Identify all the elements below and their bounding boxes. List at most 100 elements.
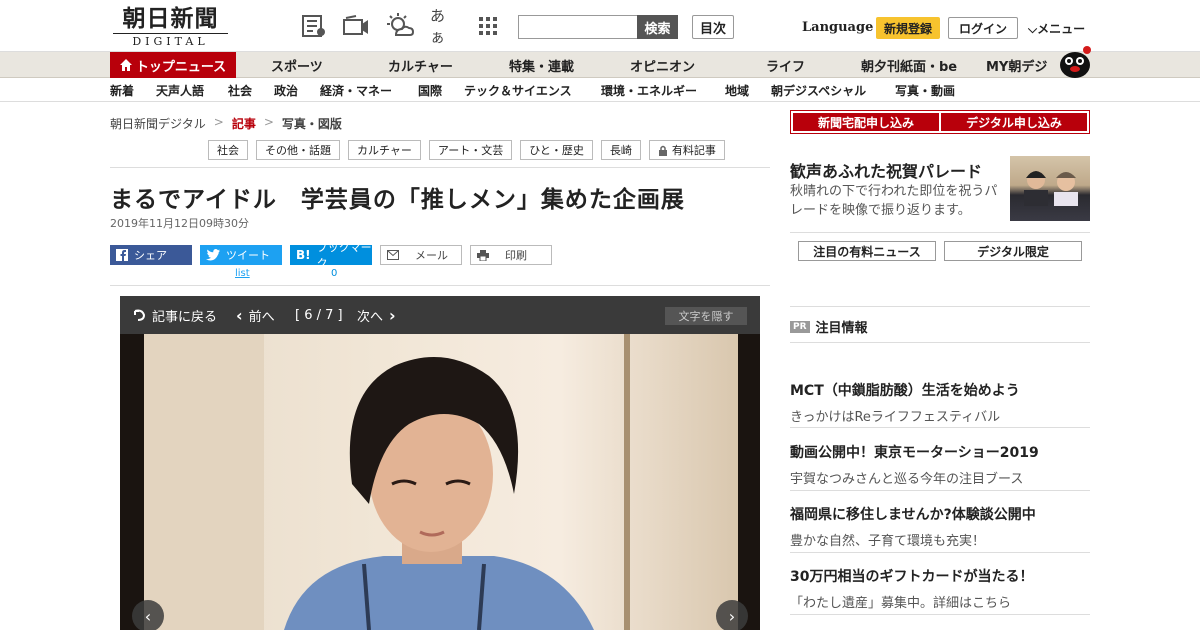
chevron-down-icon: ⌵ <box>1028 22 1038 36</box>
prev-label: 前へ <box>248 309 275 325</box>
subnav-world[interactable]: 国際 <box>418 78 442 102</box>
prev-photo-button[interactable]: ‹ 前へ <box>236 306 275 325</box>
subnav-special[interactable]: 朝デジスペシャル <box>771 78 866 102</box>
next-label: 次へ <box>357 309 384 325</box>
photo-illustration <box>144 334 630 630</box>
divider <box>790 552 1090 553</box>
twitter-share-label: ツイート <box>226 249 270 262</box>
prev-arrow-button[interactable]: ‹ <box>132 600 164 630</box>
hatena-count: 0 <box>331 268 338 279</box>
pr-item[interactable]: 動画公開中！東京モーターショー2019 宇賀なつみさんと巡る今年の注目ブース <box>790 442 1090 487</box>
print-button[interactable]: 印刷 <box>470 245 552 265</box>
subnav-tech[interactable]: テック＆サイエンス <box>464 78 572 102</box>
menu-label: メニュー <box>1037 22 1086 36</box>
tag-people[interactable]: ひと・歴史 <box>520 140 593 160</box>
back-label: 記事に戻る <box>152 309 218 325</box>
nav-item-sports[interactable]: スポーツ <box>271 52 323 78</box>
mascot-icon[interactable] <box>1058 44 1092 78</box>
tag-paid[interactable]: 有料記事 <box>648 140 725 160</box>
nav-item-my[interactable]: MY朝デジ <box>986 52 1047 78</box>
nav-item-features[interactable]: 特集・連載 <box>509 52 574 78</box>
main-nav: トップニュース スポーツ カルチャー 特集・連載 オピニオン ライフ 朝夕刊紙面… <box>0 52 1200 78</box>
chevron-right-icon: › <box>389 305 396 325</box>
pr-item[interactable]: 30万円相当のギフトカードが当たる！ 「わたし遺産」募集中。詳細はこちら <box>790 566 1090 611</box>
site-logo[interactable]: 朝日新聞 DIGITAL <box>113 6 228 48</box>
pr-item-title: 30万円相当のギフトカードが当たる！ <box>790 569 1034 585</box>
register-button[interactable]: 新規登録 <box>876 17 940 39</box>
nav-item-culture[interactable]: カルチャー <box>388 52 453 78</box>
subnav-region[interactable]: 地域 <box>725 78 749 102</box>
breadcrumb-separator: > <box>263 115 274 129</box>
subnav-society[interactable]: 社会 <box>228 78 252 102</box>
photo-counter: [ 6 / 7 ] <box>295 307 343 323</box>
feature-title[interactable]: 歓声あふれた祝賀パレード <box>790 158 982 182</box>
feature-thumbnail[interactable] <box>1010 156 1090 221</box>
nav-item-opinion[interactable]: オピニオン <box>630 52 695 78</box>
pr-item[interactable]: MCT（中鎖脂肪酸）生活を始めよう きっかけはReライフフェスティバル <box>790 380 1090 425</box>
hatena-icon: B! <box>296 248 311 262</box>
return-icon <box>134 309 146 321</box>
article-headline: まるでアイドル 学芸員の「推しメン」集めた企画展 <box>110 187 685 213</box>
mail-icon <box>387 250 399 260</box>
newspaper-icon[interactable] <box>300 12 328 40</box>
divider <box>110 285 770 286</box>
digital-only-button[interactable]: デジタル限定 <box>944 241 1082 261</box>
hatena-bookmark-button[interactable]: B! ブックマーク <box>290 241 372 270</box>
subnav-environment[interactable]: 環境・エネルギー <box>601 78 697 102</box>
search-button[interactable]: 検索 <box>637 15 678 39</box>
breadcrumb-home[interactable]: 朝日新聞デジタル <box>110 115 206 132</box>
subnav-economy[interactable]: 経済・マネー <box>320 78 392 102</box>
subnav-photo[interactable]: 写真・動画 <box>895 78 955 102</box>
tag-paid-label: 有料記事 <box>671 144 716 157</box>
apply-digital-button[interactable]: デジタル申し込み <box>941 113 1087 131</box>
nav-item-paper[interactable]: 朝夕刊紙面・be <box>861 52 957 78</box>
facebook-icon <box>116 249 128 261</box>
tag-nagasaki[interactable]: 長崎 <box>600 140 641 160</box>
subscribe-box: 新聞宅配申し込み デジタル申し込み <box>790 110 1090 134</box>
toc-button[interactable]: 目次 <box>692 15 734 39</box>
weather-icon[interactable] <box>386 12 414 40</box>
pr-heading: PR 注目情報 <box>790 317 868 336</box>
search-input[interactable] <box>518 15 638 39</box>
next-photo-button[interactable]: 次へ › <box>357 306 396 325</box>
nav-item-life[interactable]: ライフ <box>766 52 805 78</box>
pr-item-desc: 豊かな自然、子育て環境も充実！ <box>790 534 986 549</box>
back-to-article-button[interactable]: 記事に戻る <box>132 306 217 325</box>
next-arrow-button[interactable]: › <box>716 600 748 630</box>
breadcrumb-current: 写真・図版 <box>281 117 342 131</box>
breadcrumb-article[interactable]: 記事 <box>232 115 256 132</box>
divider <box>790 342 1090 343</box>
logo-jp: 朝日新聞 <box>122 5 219 32</box>
pr-badge: PR <box>790 320 810 333</box>
apps-grid-icon[interactable] <box>474 12 502 40</box>
subnav-politics[interactable]: 政治 <box>274 78 298 102</box>
sub-nav: 新着 天声人語 社会 政治 経済・マネー 国際 テック＆サイエンス 環境・エネル… <box>0 78 1200 102</box>
paid-news-button[interactable]: 注目の有料ニュース <box>798 241 936 261</box>
chevron-right-icon: › <box>728 606 736 626</box>
mail-button[interactable]: メール <box>380 245 462 265</box>
twitter-share-button[interactable]: ツイート <box>200 245 282 265</box>
subnav-new[interactable]: 新着 <box>110 78 134 102</box>
hide-text-button[interactable]: 文字を隠す <box>665 307 747 325</box>
article-photo[interactable] <box>144 334 738 630</box>
divider <box>790 232 1090 233</box>
login-button[interactable]: ログイン <box>948 17 1018 39</box>
tag-society[interactable]: 社会 <box>208 140 248 160</box>
facebook-share-label: シェア <box>134 249 167 262</box>
pr-item[interactable]: 福岡県に移住しませんか?体験談公開中 豊かな自然、子育て環境も充実！ <box>790 504 1090 549</box>
subnav-tenseijingo[interactable]: 天声人語 <box>156 78 204 102</box>
facebook-share-button[interactable]: シェア <box>110 245 192 265</box>
breadcrumb: 朝日新聞デジタル > 記事 > 写真・図版 <box>110 115 342 132</box>
twitter-count-link[interactable]: list <box>235 268 250 279</box>
tag-misc[interactable]: その他・話題 <box>256 140 340 160</box>
tag-art[interactable]: アート・文芸 <box>428 140 513 160</box>
print-label: 印刷 <box>505 249 527 262</box>
font-size-toggle[interactable]: あぁ <box>430 7 458 46</box>
nav-top-news[interactable]: トップニュース <box>110 52 236 78</box>
menu-button[interactable]: ⌵メニュー <box>1028 20 1085 37</box>
video-camera-icon[interactable] <box>342 12 370 40</box>
pr-item-title: MCT（中鎖脂肪酸）生活を始めよう <box>790 383 1020 399</box>
language-link[interactable]: Language <box>802 20 873 35</box>
tag-culture[interactable]: カルチャー <box>348 140 421 160</box>
apply-home-button[interactable]: 新聞宅配申し込み <box>793 113 939 131</box>
